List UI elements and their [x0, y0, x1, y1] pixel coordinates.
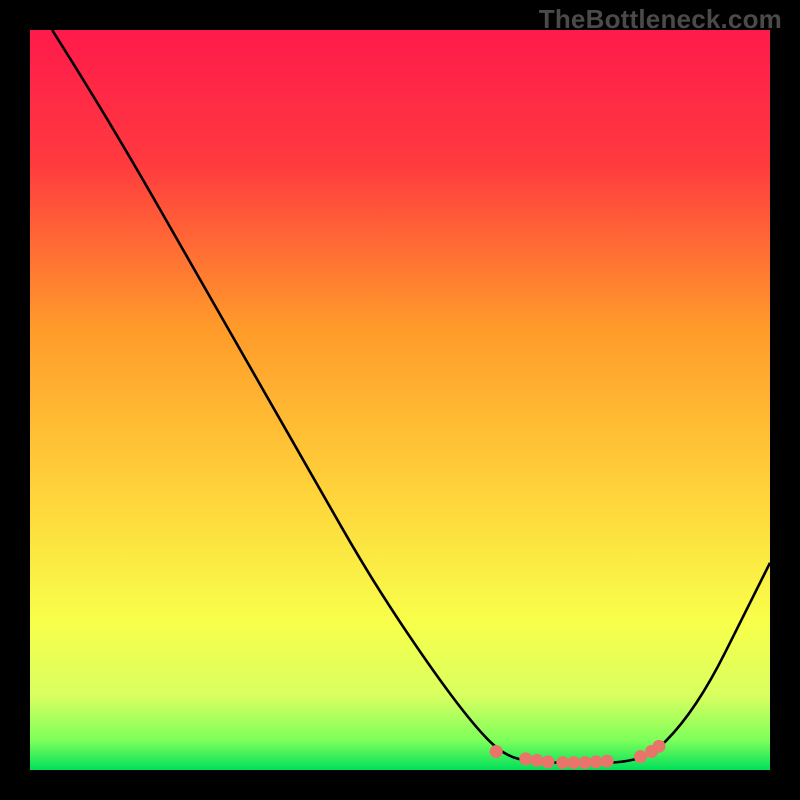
marker-dot — [542, 755, 555, 768]
marker-dot — [653, 740, 666, 753]
chart-svg — [30, 30, 770, 770]
marker-dot — [530, 754, 543, 767]
marker-dot — [601, 755, 614, 768]
marker-dot — [519, 752, 532, 765]
marker-dot — [579, 756, 592, 769]
plot-area — [30, 30, 770, 770]
marker-dot — [567, 756, 580, 769]
marker-dot — [590, 755, 603, 768]
marker-dot — [634, 750, 647, 763]
marker-dot — [556, 756, 569, 769]
chart-frame: TheBottleneck.com — [0, 0, 800, 800]
marker-dot — [490, 745, 503, 758]
watermark-text: TheBottleneck.com — [539, 4, 782, 35]
gradient-background — [30, 30, 770, 770]
